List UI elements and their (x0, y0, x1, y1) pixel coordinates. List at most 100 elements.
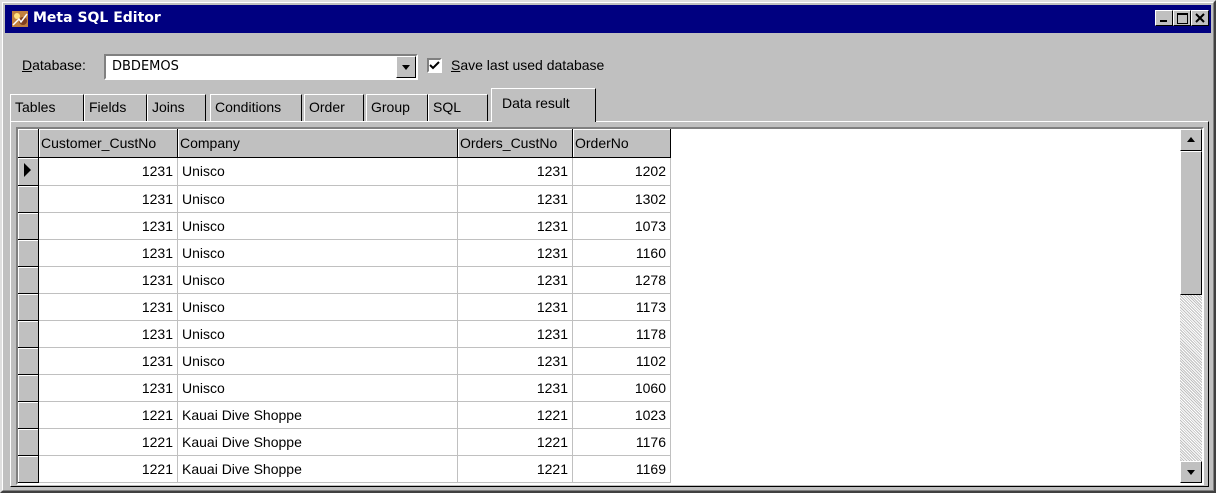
cell-orderno[interactable]: 1073 (572, 212, 671, 240)
cell-orders-custno[interactable]: 1231 (457, 374, 573, 402)
row-indicator[interactable] (18, 401, 39, 429)
cell-orders-custno[interactable]: 1231 (457, 266, 573, 294)
table-row[interactable]: 1221 Kauai Dive Shoppe 1221 1169 (18, 455, 671, 483)
checkmark-icon (429, 61, 440, 70)
cell-company[interactable]: Unisco (177, 157, 458, 186)
row-indicator[interactable] (18, 374, 39, 402)
save-last-db-label[interactable]: Save last used database (451, 57, 604, 73)
close-button[interactable] (1191, 10, 1209, 26)
cell-company[interactable]: Unisco (177, 374, 458, 402)
column-header-customer-custno[interactable]: Customer_CustNo (38, 129, 178, 158)
table-row[interactable]: 1221 Kauai Dive Shoppe 1221 1176 (18, 428, 671, 456)
row-indicator[interactable] (18, 428, 39, 456)
cell-orderno[interactable]: 1102 (572, 347, 671, 375)
cell-orders-custno[interactable]: 1231 (457, 212, 573, 240)
scroll-up-button[interactable] (1180, 129, 1202, 151)
cell-company[interactable]: Kauai Dive Shoppe (177, 428, 458, 456)
cell-orders-custno[interactable]: 1231 (457, 239, 573, 267)
column-header-orders-custno[interactable]: Orders_CustNo (457, 129, 573, 158)
cell-orderno[interactable]: 1278 (572, 266, 671, 294)
scroll-down-button[interactable] (1180, 461, 1202, 483)
row-indicator[interactable] (18, 157, 39, 186)
row-indicator[interactable] (18, 212, 39, 240)
row-indicator[interactable] (18, 239, 39, 267)
cell-orderno[interactable]: 1169 (572, 455, 671, 483)
table-row[interactable]: 1231 Unisco 1231 1178 (18, 320, 671, 348)
minimize-button[interactable] (1155, 10, 1173, 26)
tab-fields[interactable]: Fields (84, 94, 147, 121)
table-row[interactable]: 1231 Unisco 1231 1302 (18, 185, 671, 213)
arrow-down-icon (1187, 470, 1195, 475)
table-row[interactable]: 1231 Unisco 1231 1102 (18, 347, 671, 375)
cell-company[interactable]: Unisco (177, 212, 458, 240)
tab-sql[interactable]: SQL (428, 94, 488, 121)
database-combobox[interactable]: DBDEMOS (104, 54, 418, 80)
table-row[interactable]: 1231 Unisco 1231 1278 (18, 266, 671, 294)
cell-orders-custno[interactable]: 1221 (457, 401, 573, 429)
table-row[interactable]: 1231 Unisco 1231 1060 (18, 374, 671, 402)
column-header-orderno[interactable]: OrderNo (572, 129, 671, 158)
scroll-thumb[interactable] (1180, 151, 1202, 295)
cell-company[interactable]: Kauai Dive Shoppe (177, 401, 458, 429)
table-row[interactable]: 1231 Unisco 1231 1073 (18, 212, 671, 240)
cell-company[interactable]: Kauai Dive Shoppe (177, 455, 458, 483)
cell-orderno[interactable]: 1173 (572, 293, 671, 321)
cell-company[interactable]: Unisco (177, 347, 458, 375)
cell-company[interactable]: Unisco (177, 320, 458, 348)
row-indicator[interactable] (18, 455, 39, 483)
table-row[interactable]: 1231 Unisco 1231 1202 (18, 157, 671, 186)
cell-customer-custno[interactable]: 1221 (38, 428, 178, 456)
cell-orders-custno[interactable]: 1221 (457, 455, 573, 483)
save-last-db-checkbox[interactable] (427, 58, 442, 73)
cell-orders-custno[interactable]: 1231 (457, 347, 573, 375)
cell-company[interactable]: Unisco (177, 266, 458, 294)
table-row[interactable]: 1231 Unisco 1231 1173 (18, 293, 671, 321)
app-icon[interactable] (11, 10, 29, 28)
row-indicator[interactable] (18, 266, 39, 294)
table-row[interactable]: 1231 Unisco 1231 1160 (18, 239, 671, 267)
tab-data-result[interactable]: Data result (491, 88, 596, 122)
title-bar[interactable]: Meta SQL Editor (5, 5, 1211, 33)
cell-orderno[interactable]: 1160 (572, 239, 671, 267)
cell-orderno[interactable]: 1176 (572, 428, 671, 456)
cell-customer-custno[interactable]: 1231 (38, 185, 178, 213)
tab-conditions[interactable]: Conditions (210, 94, 302, 121)
data-grid[interactable]: Customer_CustNo Company Orders_CustNo Or… (16, 127, 1204, 485)
cell-customer-custno[interactable]: 1231 (38, 320, 178, 348)
cell-customer-custno[interactable]: 1231 (38, 212, 178, 240)
tab-tables[interactable]: Tables (10, 94, 84, 121)
cell-customer-custno[interactable]: 1231 (38, 157, 178, 186)
cell-orders-custno[interactable]: 1231 (457, 293, 573, 321)
tab-order[interactable]: Order (304, 94, 364, 121)
cell-company[interactable]: Unisco (177, 185, 458, 213)
row-indicator[interactable] (18, 185, 39, 213)
cell-customer-custno[interactable]: 1231 (38, 239, 178, 267)
cell-orders-custno[interactable]: 1231 (457, 157, 573, 186)
cell-customer-custno[interactable]: 1231 (38, 266, 178, 294)
tab-group[interactable]: Group (366, 94, 428, 121)
row-indicator[interactable] (18, 320, 39, 348)
cell-orders-custno[interactable]: 1231 (457, 185, 573, 213)
row-indicator[interactable] (18, 347, 39, 375)
cell-customer-custno[interactable]: 1231 (38, 347, 178, 375)
row-indicator[interactable] (18, 293, 39, 321)
database-dropdown-button[interactable] (396, 56, 416, 78)
tab-joins[interactable]: Joins (147, 94, 206, 121)
cell-orderno[interactable]: 1023 (572, 401, 671, 429)
maximize-button[interactable] (1173, 10, 1191, 26)
cell-orderno[interactable]: 1178 (572, 320, 671, 348)
cell-customer-custno[interactable]: 1231 (38, 293, 178, 321)
vertical-scrollbar[interactable] (1180, 129, 1202, 483)
cell-orders-custno[interactable]: 1221 (457, 428, 573, 456)
cell-company[interactable]: Unisco (177, 293, 458, 321)
cell-orders-custno[interactable]: 1231 (457, 320, 573, 348)
cell-orderno[interactable]: 1302 (572, 185, 671, 213)
cell-orderno[interactable]: 1060 (572, 374, 671, 402)
cell-customer-custno[interactable]: 1231 (38, 374, 178, 402)
cell-customer-custno[interactable]: 1221 (38, 455, 178, 483)
table-row[interactable]: 1221 Kauai Dive Shoppe 1221 1023 (18, 401, 671, 429)
cell-orderno[interactable]: 1202 (572, 157, 671, 186)
cell-customer-custno[interactable]: 1221 (38, 401, 178, 429)
cell-company[interactable]: Unisco (177, 239, 458, 267)
column-header-company[interactable]: Company (177, 129, 458, 158)
